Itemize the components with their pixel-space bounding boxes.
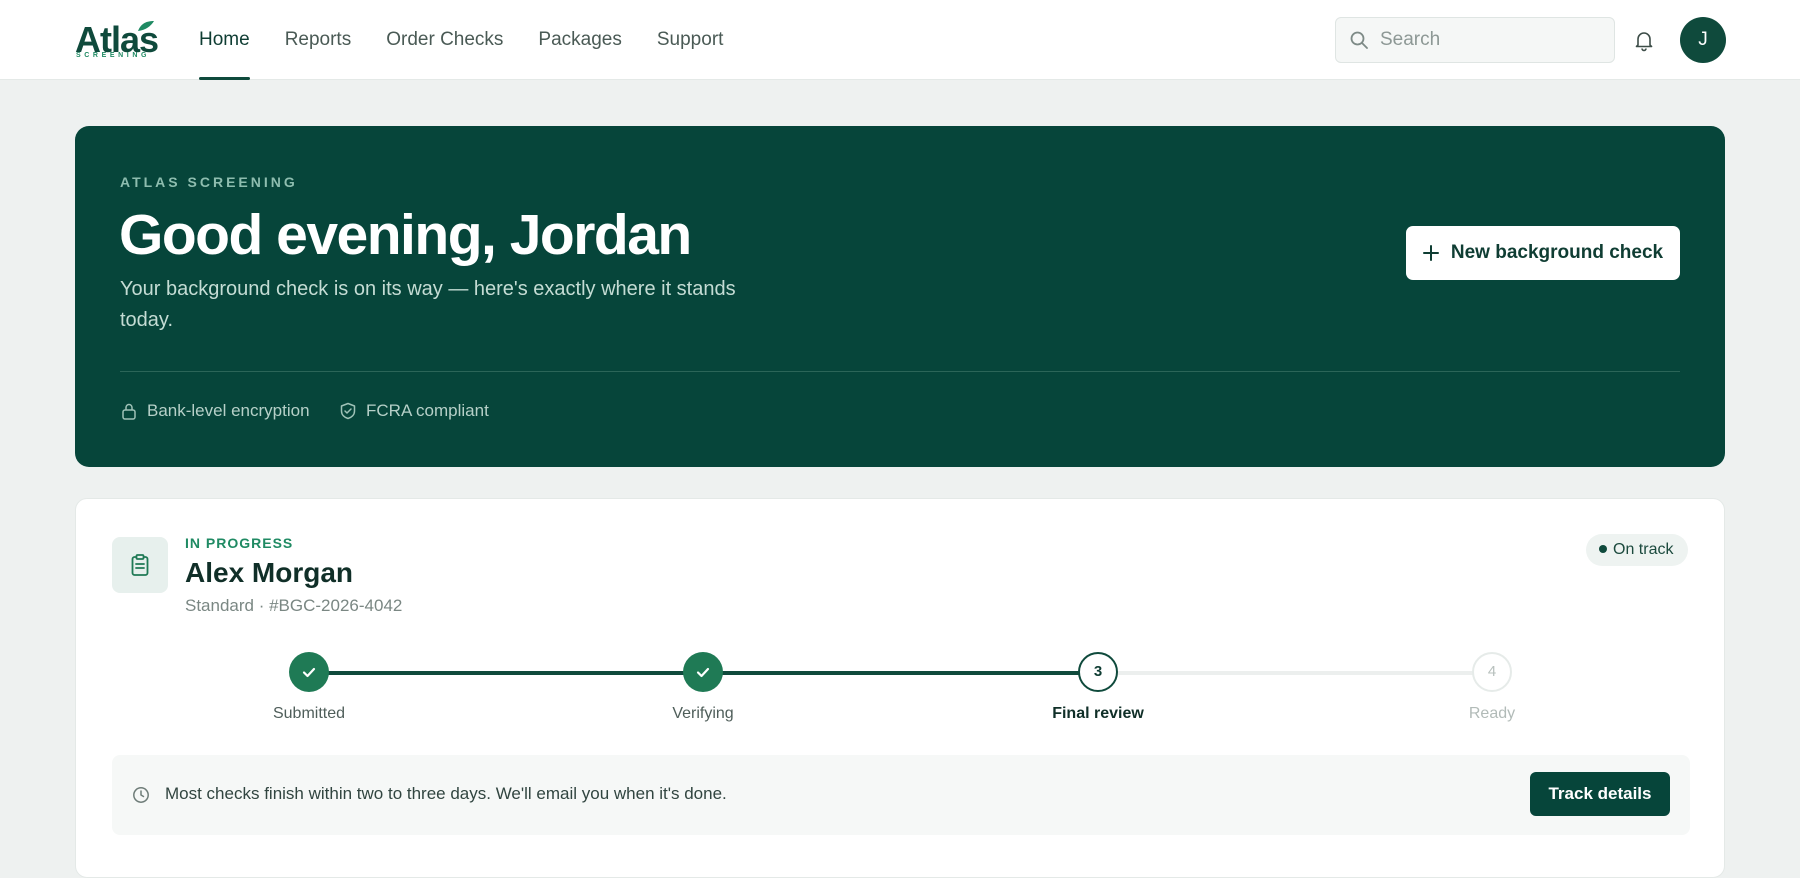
search-icon <box>1350 31 1368 49</box>
progress-stepper: 3 4 Submitted Verifying Final review Rea… <box>76 652 1726 722</box>
check-icon <box>696 667 710 678</box>
step-4-label: Ready <box>1468 705 1516 722</box>
top-bar: Atlas SCREENING Home Reports Order Check… <box>0 0 1800 80</box>
nav-support[interactable]: Support <box>657 0 724 80</box>
step-2-label: Verifying <box>672 705 734 722</box>
step-3-circle: 3 <box>1078 652 1118 692</box>
banner-eyebrow: ATLAS SCREENING <box>120 174 298 190</box>
leaf-icon <box>138 21 154 31</box>
clipboard-tile <box>112 537 168 593</box>
step-2-circle <box>683 652 723 692</box>
trust-badge-fcra: FCRA compliant <box>339 399 489 423</box>
banner-divider <box>120 371 1680 372</box>
step-3-label: Final review <box>1052 705 1144 722</box>
trust-badge-encryption: Bank-level encryption <box>120 399 310 423</box>
plus-icon <box>1422 245 1439 261</box>
welcome-banner: ATLAS SCREENING Good evening, Jordan You… <box>75 126 1725 467</box>
banner-subtitle: Your background check is on its way — he… <box>120 278 736 331</box>
bell-icon[interactable] <box>1632 28 1656 52</box>
check-meta: Standard · #BGC-2026-4042 <box>185 596 403 615</box>
check-status-label: IN PROGRESS <box>185 535 294 551</box>
step-1-circle <box>289 652 329 692</box>
logo-subtext: SCREENING <box>76 52 151 59</box>
nav-reports[interactable]: Reports <box>285 0 352 80</box>
step-4-circle: 4 <box>1472 652 1512 692</box>
search-box <box>1335 17 1615 63</box>
track-details-button[interactable]: Track details <box>1530 772 1670 816</box>
nav-home[interactable]: Home <box>199 0 250 80</box>
eta-notice: Most checks finish within two to three d… <box>112 755 1690 835</box>
trust-label-fcra: FCRA compliant <box>366 401 489 420</box>
track-segment-2 <box>703 671 1098 675</box>
shield-check-icon <box>340 402 356 420</box>
lock-icon <box>122 403 136 420</box>
atlas-logo[interactable]: Atlas SCREENING <box>75 20 159 62</box>
main-nav: Home Reports Order Checks Packages Suppo… <box>199 0 758 80</box>
nav-order-checks[interactable]: Order Checks <box>386 0 503 80</box>
status-dot-icon <box>1599 544 1607 553</box>
on-track-label: On track <box>1613 541 1674 558</box>
nav-packages[interactable]: Packages <box>538 0 621 80</box>
new-background-check-button[interactable]: New background check <box>1406 226 1680 280</box>
on-track-badge: On track <box>1586 534 1689 566</box>
track-segment-1 <box>309 671 703 675</box>
trust-label-encryption: Bank-level encryption <box>147 401 310 420</box>
check-progress-card: IN PROGRESS Alex Morgan Standard · #BGC-… <box>75 498 1725 878</box>
eta-notice-text: Most checks finish within two to three d… <box>165 784 727 803</box>
clock-icon <box>133 787 149 803</box>
clipboard-icon <box>131 554 149 576</box>
check-icon <box>302 667 316 678</box>
greeting-title: Good evening, Jordan <box>119 203 692 267</box>
search-input[interactable] <box>1380 18 1605 62</box>
candidate-name: Alex Morgan <box>185 557 354 588</box>
new-check-label: New background check <box>1450 242 1664 263</box>
step-1-label: Submitted <box>272 705 346 722</box>
track-segment-3 <box>1098 671 1492 675</box>
user-avatar[interactable]: J <box>1680 17 1726 63</box>
